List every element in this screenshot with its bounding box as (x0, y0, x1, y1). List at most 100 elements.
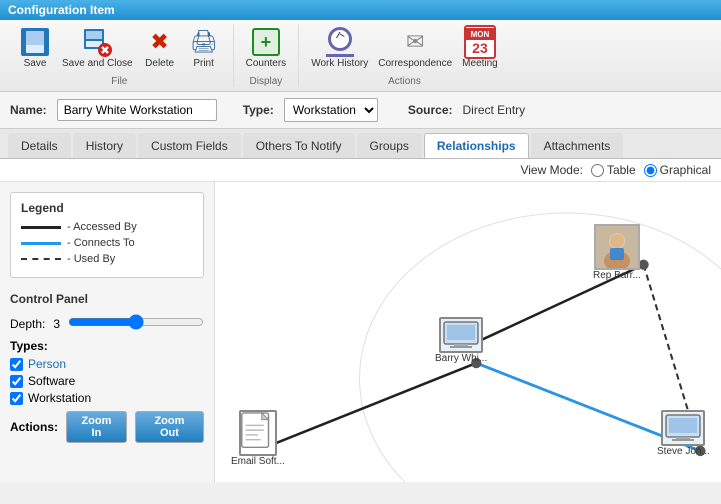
delete-icon: ✖ (144, 26, 176, 58)
source-value: Direct Entry (463, 103, 526, 117)
tab-attachments[interactable]: Attachments (531, 133, 624, 158)
type-select-wrap: Workstation Server Laptop Desktop (284, 98, 378, 122)
correspondence-icon: ✉ (399, 26, 431, 58)
save-close-button[interactable]: Save and Close (58, 24, 137, 72)
graph-area: Barry Whi... Rep Barr... (215, 182, 721, 482)
depth-slider-wrap (68, 314, 204, 333)
work-history-icon (324, 26, 356, 58)
print-button[interactable]: 🖨 Print (183, 24, 225, 72)
table-radio[interactable] (591, 164, 604, 177)
save-button[interactable]: Save (14, 24, 56, 72)
delete-button[interactable]: ✖ Delete (139, 24, 181, 72)
tabs-bar: Details History Custom Fields Others To … (0, 129, 721, 159)
name-input[interactable] (57, 99, 217, 121)
toolbar-group-actions: Work History ✉ Correspondence MON 23 Mee… (299, 24, 510, 87)
counters-icon: + (250, 26, 282, 58)
meeting-icon: MON 23 (464, 26, 496, 58)
view-mode-label: View Mode: (520, 163, 582, 177)
type-person-checkbox[interactable] (10, 358, 23, 371)
steve-workstation-icon (661, 410, 705, 446)
action-buttons: Work History ✉ Correspondence MON 23 Mee… (307, 24, 502, 72)
save-icon (19, 26, 51, 58)
tab-details[interactable]: Details (8, 133, 71, 158)
rep-barr-node[interactable]: Rep Barr... (593, 224, 641, 281)
steve-joh-node[interactable]: Steve Joh... (657, 410, 710, 457)
actions-section: Actions: Zoom In Zoom Out (10, 411, 204, 443)
email-soft-node[interactable]: Email Soft... (231, 410, 285, 467)
depth-value: 3 (53, 317, 60, 331)
workstation-icon (439, 317, 483, 353)
types-section: Types: Person Software Workstation (10, 339, 204, 405)
display-group-label: Display (250, 76, 283, 87)
delete-label: Delete (145, 58, 174, 70)
file-group-label: File (111, 76, 127, 87)
legend-accessed-by: - Accessed By (21, 221, 193, 233)
types-label: Types: (10, 339, 204, 353)
depth-slider[interactable] (68, 314, 204, 330)
file-buttons: Save Save and Close ✖ Delete (14, 24, 225, 72)
toolbar-group-file: Save Save and Close ✖ Delete (6, 24, 234, 87)
table-radio-label: Table (607, 163, 636, 177)
legend-box: Legend - Accessed By - Connects To - Use… (10, 192, 204, 278)
name-label: Name: (10, 103, 47, 117)
control-panel: Control Panel Depth: 3 Types: Person Sof… (10, 288, 204, 443)
type-workstation-checkbox[interactable] (10, 392, 23, 405)
type-software-label: Software (28, 374, 75, 388)
solid-black-line (21, 226, 61, 229)
form-area: Name: Type: Workstation Server Laptop De… (0, 92, 721, 129)
tab-custom-fields[interactable]: Custom Fields (138, 133, 241, 158)
solid-blue-line (21, 242, 61, 245)
dotted-line (21, 258, 61, 260)
left-panel: Legend - Accessed By - Connects To - Use… (0, 182, 215, 482)
depth-row: Depth: 3 (10, 314, 204, 333)
work-history-button[interactable]: Work History (307, 24, 372, 72)
legend-connects-to: - Connects To (21, 237, 193, 249)
tab-groups[interactable]: Groups (357, 133, 422, 158)
type-label: Type: (243, 103, 274, 117)
save-close-icon (81, 26, 113, 58)
graphical-radio-option[interactable]: Graphical (644, 163, 711, 177)
main-content: Legend - Accessed By - Connects To - Use… (0, 182, 721, 482)
type-person-item: Person (10, 357, 204, 371)
depth-label: Depth: (10, 317, 45, 331)
print-label: Print (193, 58, 214, 70)
zoom-out-button[interactable]: Zoom Out (135, 411, 204, 443)
actions-group-label: Actions (388, 76, 421, 87)
type-software-checkbox[interactable] (10, 375, 23, 388)
used-by-label: - Used By (67, 253, 115, 265)
type-workstation-item: Workstation (10, 391, 204, 405)
barry-white-label: Barry Whi... (435, 353, 487, 364)
correspondence-button[interactable]: ✉ Correspondence (374, 24, 456, 72)
save-label: Save (24, 58, 47, 70)
print-icon: 🖨 (188, 26, 220, 58)
save-close-label: Save and Close (62, 58, 133, 70)
correspondence-label: Correspondence (378, 58, 452, 70)
type-software-item: Software (10, 374, 204, 388)
zoom-in-button[interactable]: Zoom In (66, 411, 127, 443)
title-label: Configuration Item (8, 3, 115, 17)
graphical-radio-label: Graphical (660, 163, 711, 177)
display-buttons: + Counters (242, 24, 291, 72)
type-workstation-label: Workstation (28, 391, 91, 405)
barry-white-node[interactable]: Barry Whi... (435, 317, 487, 364)
meeting-button[interactable]: MON 23 Meeting (458, 24, 502, 72)
control-panel-title: Control Panel (10, 292, 204, 306)
tab-others-to-notify[interactable]: Others To Notify (243, 133, 355, 158)
toolbar: Save Save and Close ✖ Delete (0, 20, 721, 92)
tab-relationships[interactable]: Relationships (424, 133, 529, 158)
view-mode-bar: View Mode: Table Graphical (0, 159, 721, 182)
source-label: Source: (408, 103, 453, 117)
legend-title: Legend (21, 201, 193, 215)
tab-history[interactable]: History (73, 133, 136, 158)
table-radio-option[interactable]: Table (591, 163, 636, 177)
meeting-label: Meeting (462, 58, 498, 70)
email-soft-label: Email Soft... (231, 456, 285, 467)
accessed-by-label: - Accessed By (67, 221, 137, 233)
actions-label: Actions: (10, 420, 58, 434)
counters-label: Counters (246, 58, 287, 70)
counters-button[interactable]: + Counters (242, 24, 291, 72)
toolbar-group-display: + Counters Display (234, 24, 300, 87)
type-select[interactable]: Workstation Server Laptop Desktop (284, 98, 378, 122)
graphical-radio[interactable] (644, 164, 657, 177)
work-history-label: Work History (311, 58, 368, 70)
